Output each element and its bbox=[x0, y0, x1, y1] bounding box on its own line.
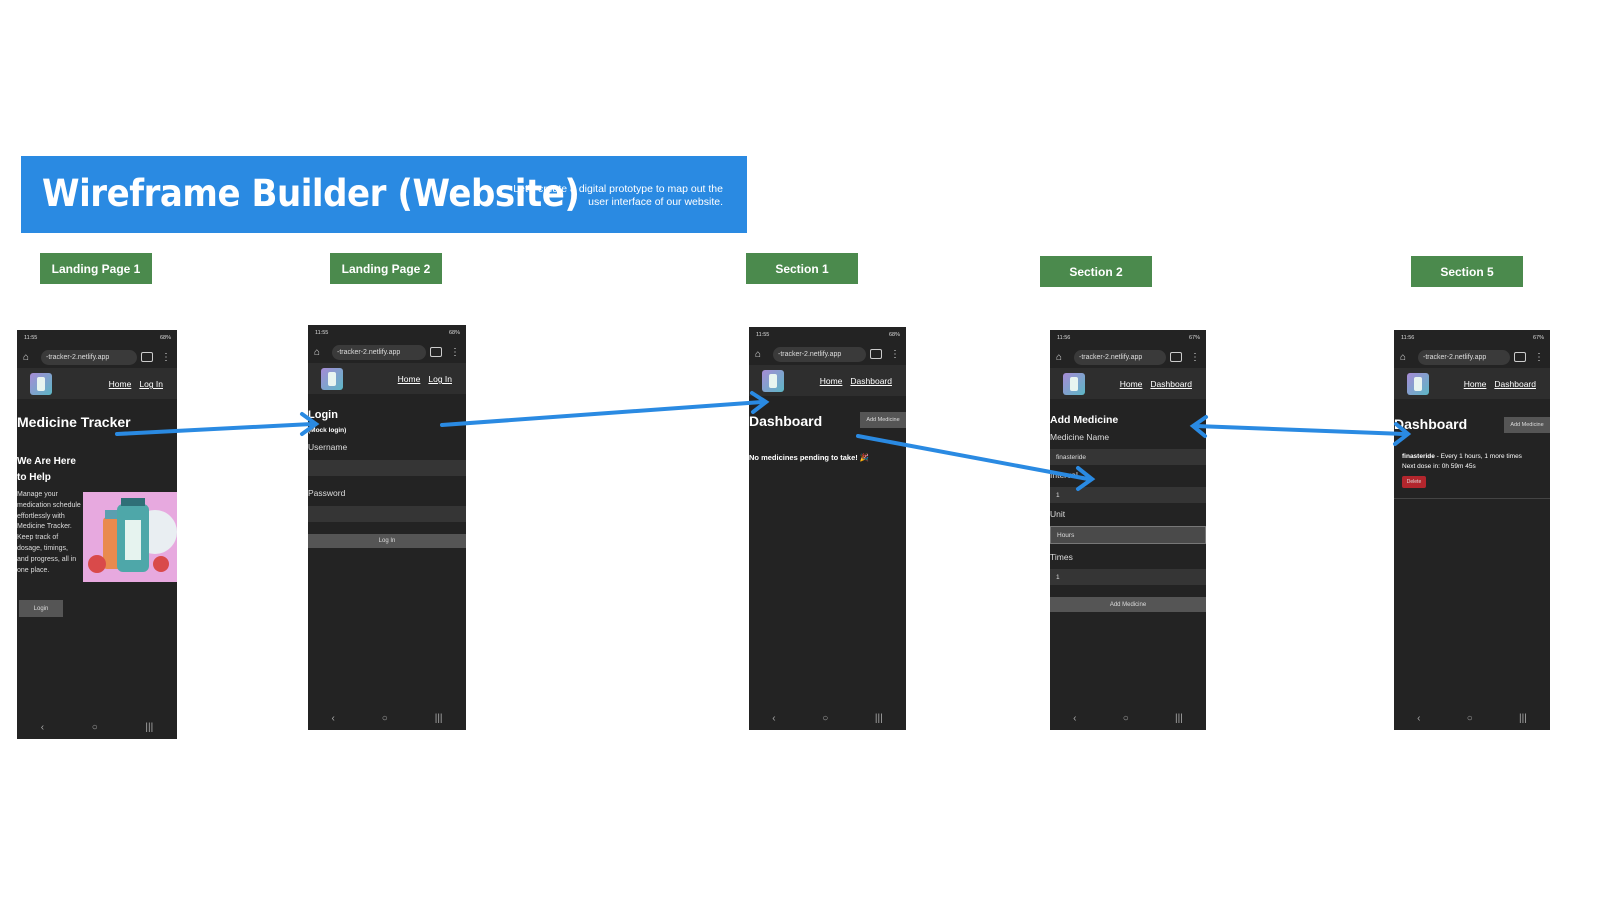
arrow-section1-to-section2 bbox=[856, 434, 1090, 481]
arrow-section2-to-section5 bbox=[1194, 424, 1406, 436]
arrow-landing1-to-landing2 bbox=[115, 422, 314, 436]
arrow-landing2-to-section1 bbox=[440, 400, 764, 427]
flow-arrows bbox=[115, 391, 1412, 491]
